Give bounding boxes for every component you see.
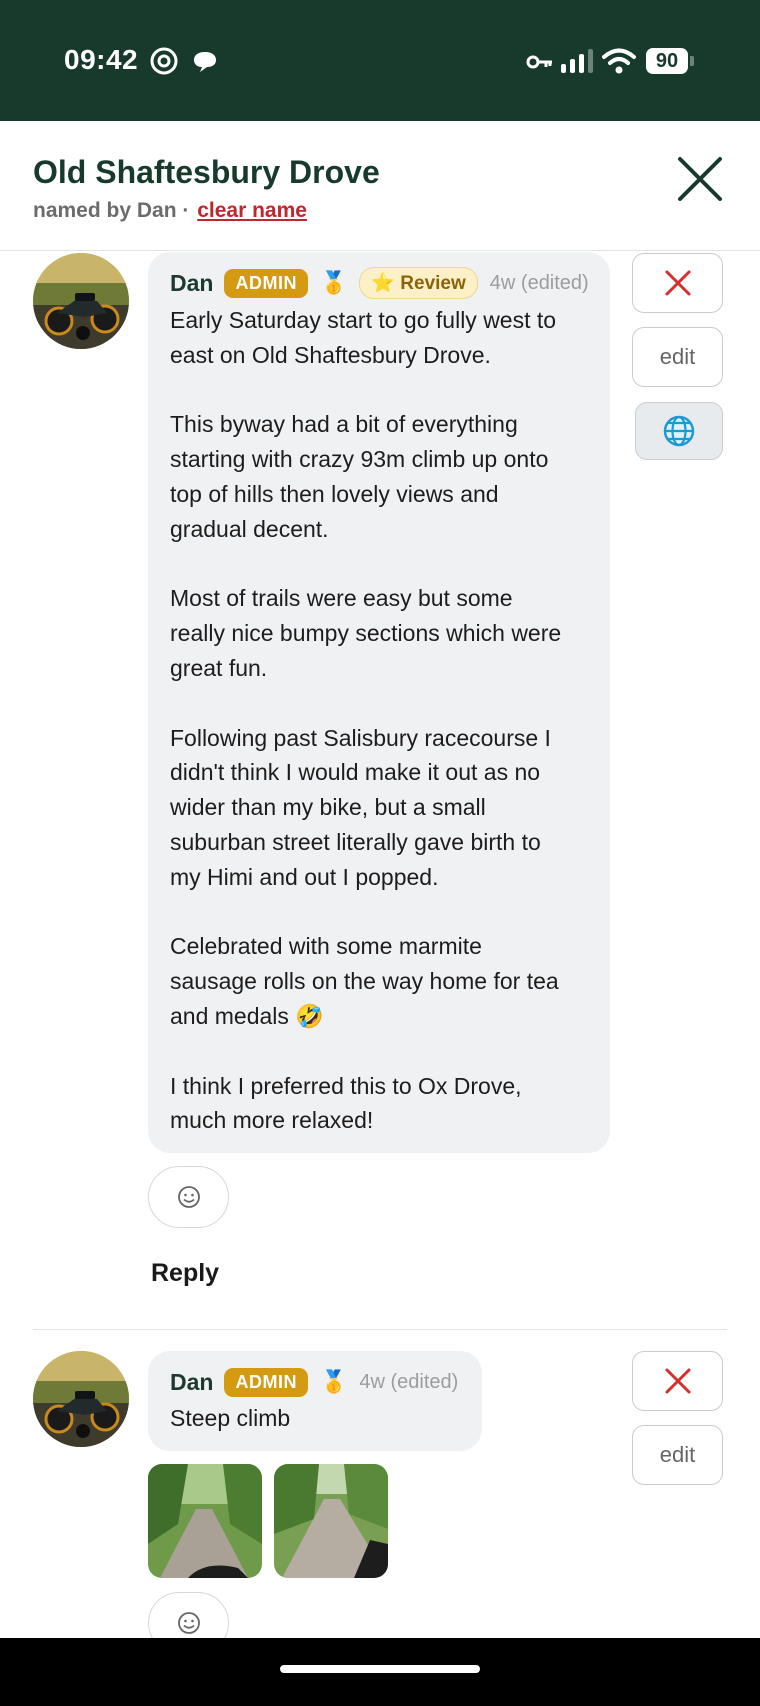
comment-header: Dan ADMIN 🥇 4w (edited): [170, 1367, 458, 1397]
battery-level: 90: [646, 48, 688, 74]
smiley-icon: [177, 1612, 200, 1634]
avatar[interactable]: [33, 253, 129, 349]
globe-icon: [663, 415, 695, 447]
review-badge: ⭐ Review: [359, 267, 478, 299]
medal-icon: 🥇: [319, 270, 348, 295]
motorcycle-avatar-image: [33, 1351, 129, 1447]
battery-icon: 90: [646, 48, 694, 74]
home-indicator[interactable]: [280, 1665, 480, 1673]
trail-photo-image: [274, 1464, 388, 1578]
add-reaction-button[interactable]: [148, 1166, 229, 1228]
trail-photo-1[interactable]: [148, 1464, 262, 1578]
named-by-text: named by Dan ·: [33, 199, 190, 222]
vpn-key-icon: [526, 55, 552, 69]
status-time: 09:42: [64, 44, 139, 75]
avatar[interactable]: [33, 1351, 129, 1447]
translate-button[interactable]: [635, 402, 723, 460]
admin-badge: ADMIN: [224, 268, 308, 298]
edit-comment-button[interactable]: edit: [632, 1425, 723, 1485]
trail-photo-image: [148, 1464, 262, 1578]
wifi-icon: [602, 48, 636, 74]
threads-icon: [150, 47, 178, 75]
signal-icon: [561, 49, 593, 73]
author-name[interactable]: Dan: [170, 270, 213, 297]
comment-body: Steep climb: [170, 1405, 291, 1431]
trail-photo-2[interactable]: [274, 1464, 388, 1578]
close-icon: [665, 1368, 690, 1394]
delete-comment-button[interactable]: [632, 253, 723, 313]
divider: [33, 1329, 727, 1330]
admin-badge: ADMIN: [224, 1367, 308, 1397]
medal-icon: 🥇: [319, 1369, 348, 1394]
author-name[interactable]: Dan: [170, 1369, 213, 1396]
smiley-icon: [177, 1186, 200, 1208]
delete-comment-button[interactable]: [632, 1351, 723, 1411]
comment-header: Dan ADMIN 🥇 ⭐ Review 4w (edited): [170, 267, 589, 299]
close-icon: [665, 270, 690, 296]
chat-bubble-icon: [194, 52, 216, 72]
reply-button[interactable]: Reply: [151, 1259, 219, 1288]
page-title: Old Shaftesbury Drove: [33, 154, 380, 190]
close-icon[interactable]: [672, 151, 728, 207]
status-bar: 09:42 90: [0, 0, 760, 121]
comment-bubble: Dan ADMIN 🥇 ⭐ Review 4w (edited) Early S…: [148, 252, 610, 1153]
comment-timestamp: 4w (edited): [489, 271, 589, 294]
page-header: Old Shaftesbury Drove named by Dan · cle…: [0, 121, 760, 251]
clear-name-link[interactable]: clear name: [197, 199, 307, 222]
comment-body: Early Saturday start to go fully west to…: [170, 307, 562, 1134]
named-by-line: named by Dan · clear name: [33, 199, 307, 223]
comment-bubble: Dan ADMIN 🥇 4w (edited) Steep climb: [148, 1351, 482, 1451]
comment-timestamp: 4w (edited): [359, 1370, 459, 1393]
edit-comment-button[interactable]: edit: [632, 327, 723, 387]
motorcycle-avatar-image: [33, 253, 129, 349]
